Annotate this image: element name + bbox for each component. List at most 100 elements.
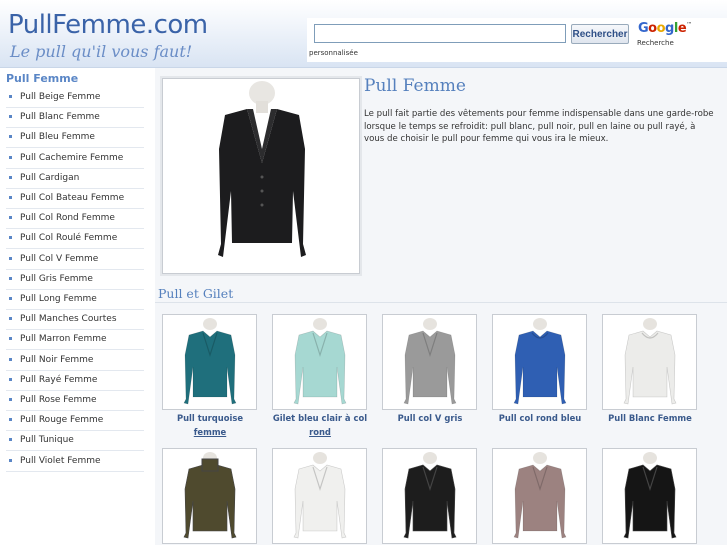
sidebar-item-label: Pull Bleu Femme xyxy=(20,132,95,143)
sidebar-item[interactable]: Pull Bleu Femme xyxy=(6,128,144,149)
search-box: Rechercher personnalisée Google™ Recherc… xyxy=(307,18,727,62)
site-tagline: Le pull qu'il vous faut! xyxy=(10,42,193,61)
bullet-icon xyxy=(9,115,12,119)
bullet-icon xyxy=(9,95,12,98)
product-label-line1[interactable]: Pull col rond bleu xyxy=(480,411,600,425)
sidebar-item-label: Pull Rayé Femme xyxy=(20,374,98,385)
product-card[interactable] xyxy=(162,448,257,544)
bullet-icon xyxy=(9,357,12,361)
sidebar-item[interactable]: Pull Marron Femme xyxy=(6,330,144,351)
product-label-line1[interactable]: Pull turquoise xyxy=(150,411,270,425)
main-content: Pull Femme Le pull fait partie des vêtem… xyxy=(155,68,727,545)
sidebar-item-label: Pull Noir Femme xyxy=(20,354,94,365)
product-label-line2[interactable]: rond xyxy=(260,425,380,439)
bullet-icon xyxy=(9,216,12,220)
sidebar-item-label: Pull Cachemire Femme xyxy=(20,152,124,163)
product-label[interactable]: Pull col V gris xyxy=(370,411,490,425)
sidebar-item[interactable]: Pull Col V Femme xyxy=(6,250,144,270)
bullet-icon xyxy=(9,377,12,381)
product-card[interactable] xyxy=(492,448,587,544)
bullet-icon xyxy=(9,276,12,280)
sidebar-item[interactable]: Pull Cardigan xyxy=(6,169,144,189)
sidebar-item-label: Pull Long Femme xyxy=(20,294,97,304)
bullet-icon xyxy=(9,236,12,240)
sidebar-item-label: Pull Col Bateau Femme xyxy=(20,193,125,203)
sidebar-title: Pull Femme xyxy=(6,72,79,85)
section-title: Pull et Gilet xyxy=(158,286,234,301)
search-note: personnalisée xyxy=(309,49,358,57)
bullet-icon xyxy=(9,438,12,442)
page-title: Pull Femme xyxy=(364,76,466,96)
sidebar-item-label: Pull Manches Courtes xyxy=(20,314,117,325)
sidebar-item[interactable]: Pull Blanc Femme xyxy=(6,108,144,129)
sidebar-item-label: Pull Tunique xyxy=(20,435,74,446)
sidebar-item-label: Pull Col V Femme xyxy=(20,253,99,264)
sidebar-item-label: Pull Cardigan xyxy=(20,172,80,183)
white-cardigan-icon xyxy=(273,452,366,545)
section-divider xyxy=(155,302,727,303)
sidebar-item-label: Pull Marron Femme xyxy=(20,334,107,345)
sidebar-item[interactable]: Pull Rayé Femme xyxy=(6,371,144,391)
product-label[interactable]: Pull col rond bleu xyxy=(480,411,600,425)
bullet-icon xyxy=(9,317,12,321)
google-sub: Recherche xyxy=(637,39,674,47)
google-logo-icon: Google™ xyxy=(638,21,692,36)
product-card[interactable] xyxy=(602,448,697,544)
product-card[interactable] xyxy=(382,448,477,544)
product-card[interactable] xyxy=(492,314,587,410)
sidebar-item[interactable]: Pull Col Bateau Femme xyxy=(6,189,144,209)
product-label[interactable]: Pull Blanc Femme xyxy=(590,411,710,425)
search-button[interactable]: Rechercher xyxy=(571,24,629,44)
sidebar-item[interactable]: Pull Gris Femme xyxy=(6,270,144,290)
sidebar-item[interactable]: Pull Col Rond Femme xyxy=(6,209,144,230)
black-cardigan-icon xyxy=(218,81,306,257)
olive-turtleneck-icon xyxy=(163,452,256,545)
black-buttoned-cardigan-icon xyxy=(603,452,696,545)
page: PullFemme.com Le pull qu'il vous faut! R… xyxy=(0,0,727,545)
product-card[interactable] xyxy=(382,314,477,410)
bullet-icon xyxy=(9,155,12,159)
product-card[interactable] xyxy=(272,448,367,544)
bullet-icon xyxy=(9,135,12,139)
bullet-icon xyxy=(9,196,12,199)
sidebar-item-label: Pull Rouge Femme xyxy=(20,415,104,426)
product-card[interactable] xyxy=(602,314,697,410)
site-logo[interactable]: PullFemme.com xyxy=(8,10,208,40)
product-label[interactable]: Pull turquoise femme xyxy=(150,411,270,439)
product-label-line1[interactable]: Gilet bleu clair à col xyxy=(260,411,380,425)
sidebar-item-label: Pull Violet Femme xyxy=(20,455,101,466)
bullet-icon xyxy=(9,297,12,300)
sidebar-item[interactable]: Pull Cachemire Femme xyxy=(6,149,144,169)
search-input[interactable] xyxy=(314,24,566,43)
hero-image xyxy=(162,78,360,274)
sidebar-item[interactable]: Pull Rouge Femme xyxy=(6,411,144,432)
bullet-icon xyxy=(9,337,12,341)
sidebar-item-label: Pull Col Rond Femme xyxy=(20,213,115,224)
product-label[interactable]: Gilet bleu clair à col rond xyxy=(260,411,380,439)
bullet-icon xyxy=(9,256,12,260)
sidebar-item[interactable]: Pull Beige Femme xyxy=(6,88,144,108)
intro-text: Le pull fait partie des vêtements pour f… xyxy=(364,109,714,144)
long-cardigan-icon xyxy=(493,452,586,545)
bullet-icon xyxy=(9,458,12,462)
sidebar-item[interactable]: Pull Violet Femme xyxy=(6,452,144,472)
google-tm: ™ xyxy=(686,21,692,29)
bullet-icon xyxy=(9,398,12,401)
sidebar-item[interactable]: Pull Col Roulé Femme xyxy=(6,229,144,250)
sidebar-item[interactable]: Pull Tunique xyxy=(6,431,144,452)
product-card[interactable] xyxy=(162,314,257,410)
sidebar-item[interactable]: Pull Manches Courtes xyxy=(6,310,144,331)
product-card[interactable] xyxy=(272,314,367,410)
product-label-line1[interactable]: Pull col V gris xyxy=(370,411,490,425)
sidebar-item-label: Pull Rose Femme xyxy=(20,395,97,405)
header: PullFemme.com Le pull qu'il vous faut! R… xyxy=(0,0,727,68)
sidebar-item[interactable]: Pull Rose Femme xyxy=(6,391,144,411)
bullet-icon xyxy=(9,418,12,422)
black-cardigan-icon xyxy=(383,452,476,545)
sidebar-item[interactable]: Pull Long Femme xyxy=(6,290,144,310)
product-label-line2[interactable]: femme xyxy=(150,425,270,439)
product-label-line1[interactable]: Pull Blanc Femme xyxy=(590,411,710,425)
sidebar-item[interactable]: Pull Noir Femme xyxy=(6,351,144,371)
sidebar-item-label: Pull Blanc Femme xyxy=(20,112,100,123)
sidebar-item-label: Pull Col Roulé Femme xyxy=(20,233,118,244)
